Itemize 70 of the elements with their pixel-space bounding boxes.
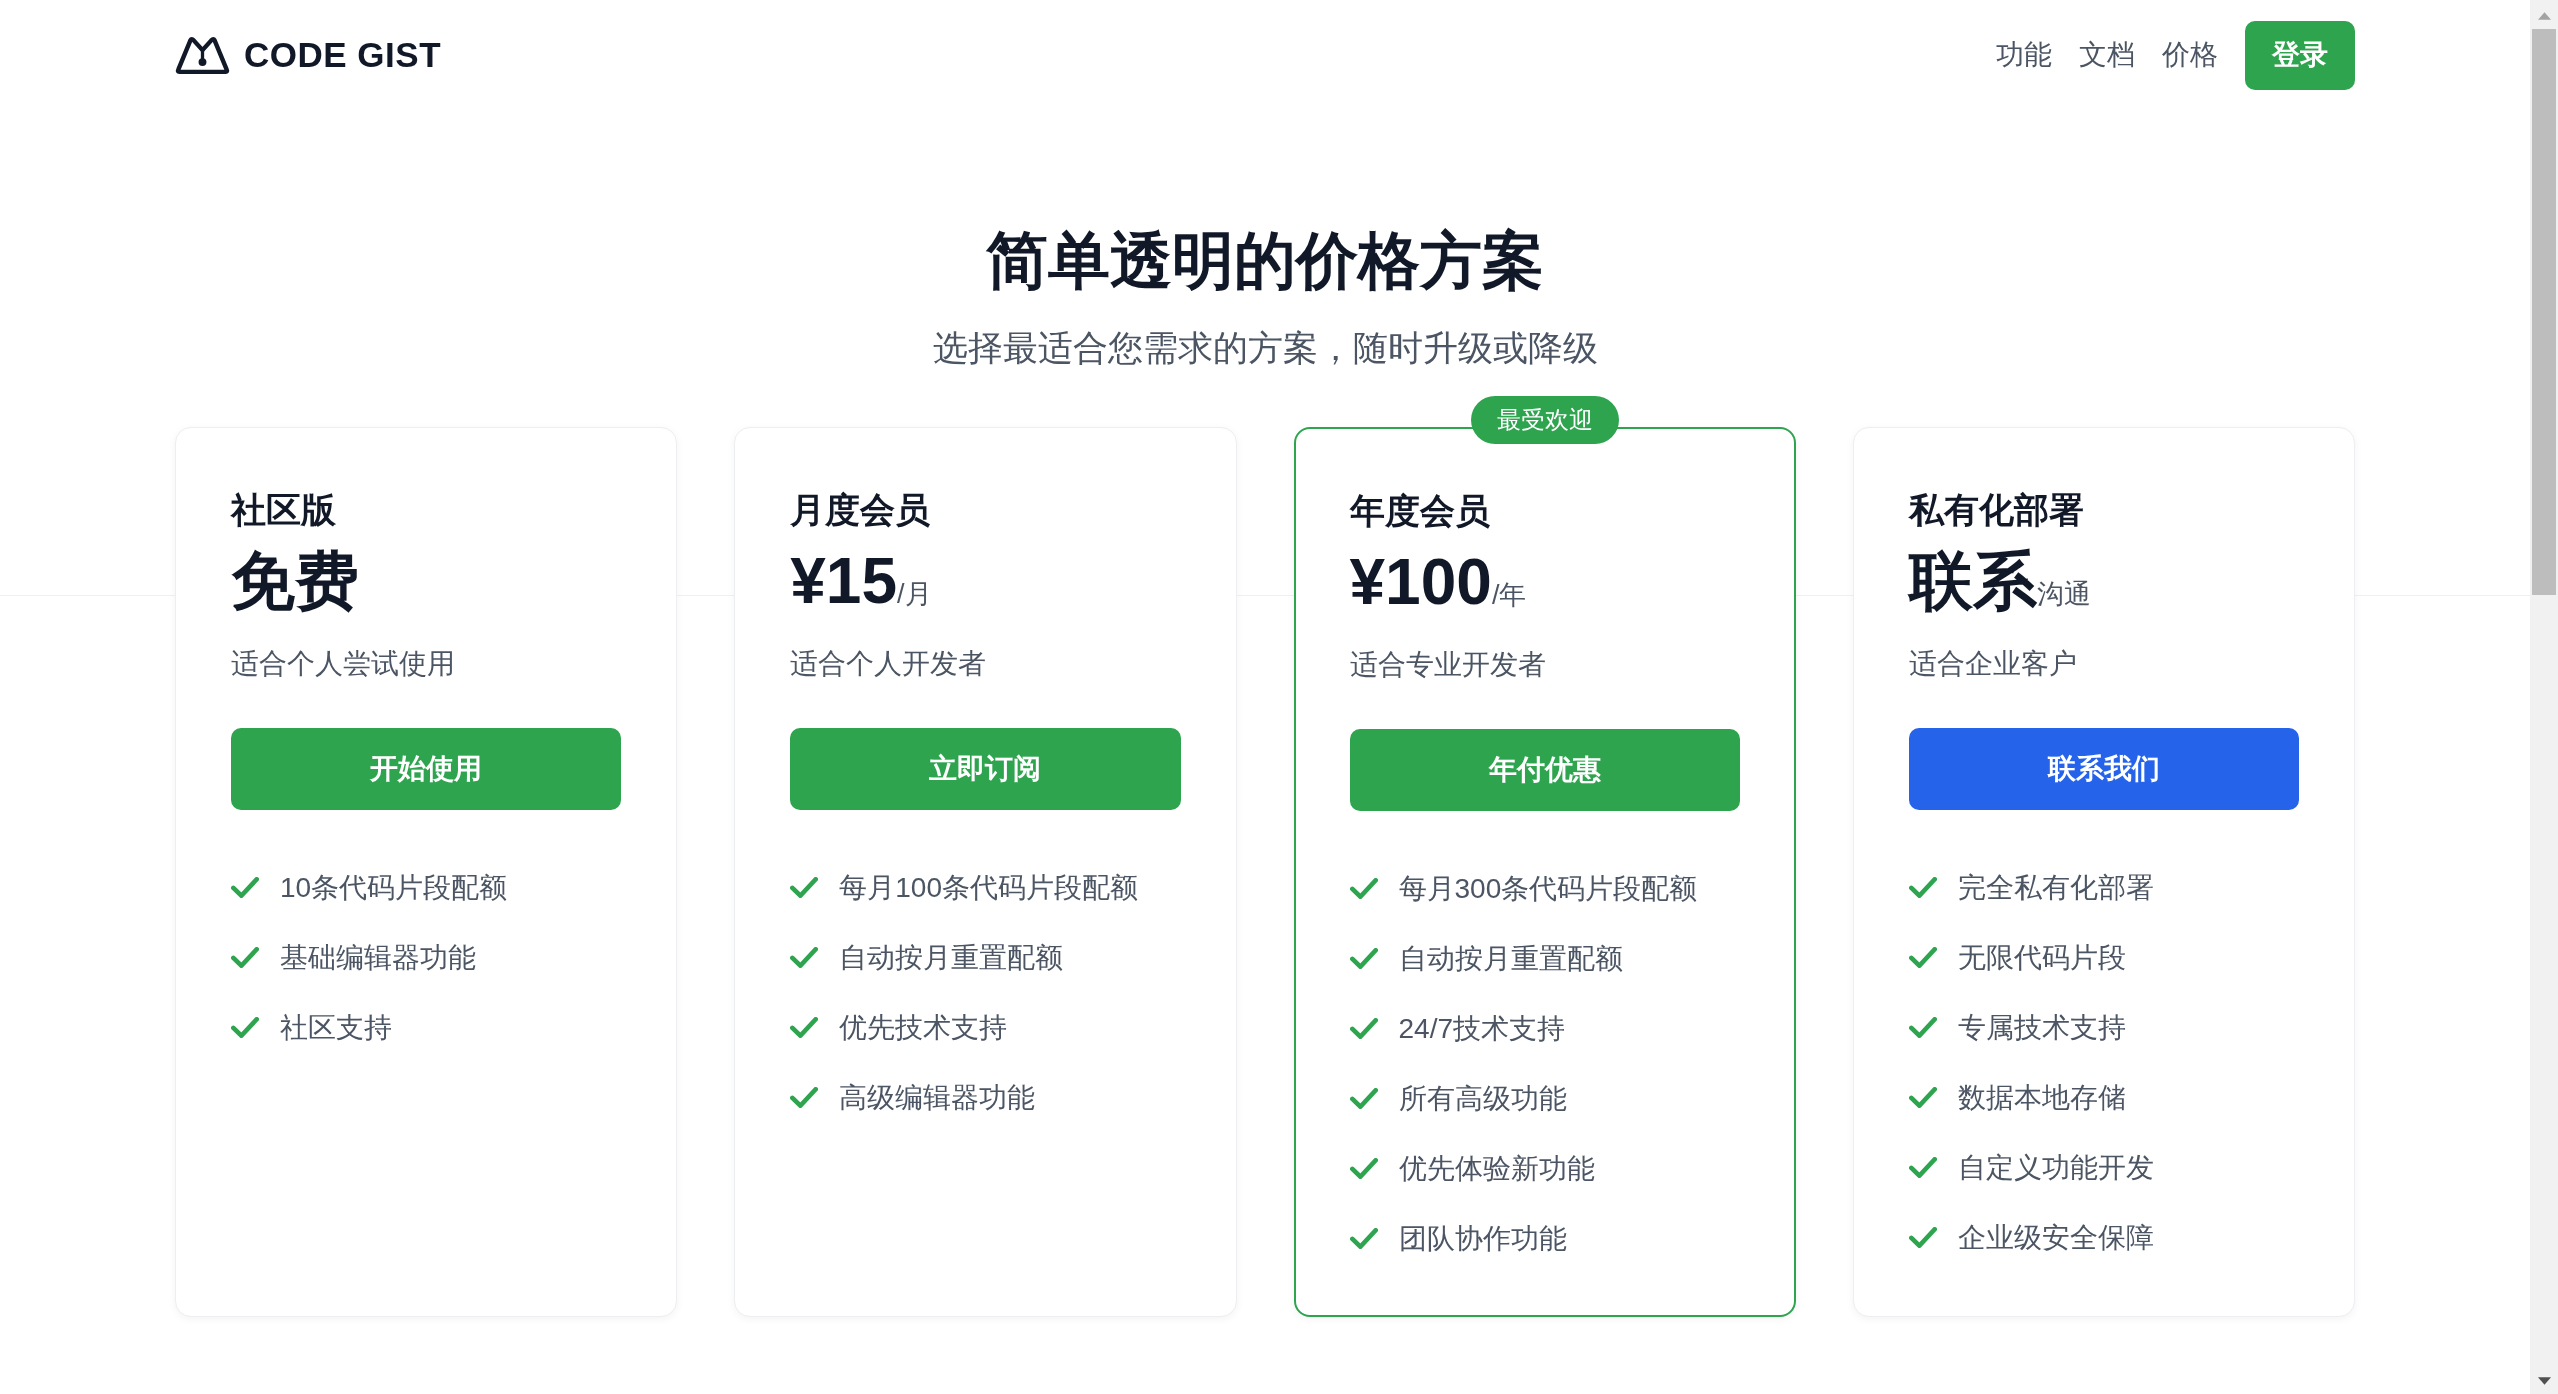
check-icon xyxy=(1908,877,1937,898)
check-icon xyxy=(790,1017,819,1038)
plan-button[interactable]: 联系我们 xyxy=(1908,728,2299,810)
plan-button[interactable]: 立即订阅 xyxy=(790,728,1181,810)
feature-text: 专属技术支持 xyxy=(1957,1011,2126,1045)
check-icon xyxy=(1349,878,1378,899)
plan-button[interactable]: 开始使用 xyxy=(231,728,622,810)
scrollbar[interactable] xyxy=(2530,0,2558,1394)
plan-button[interactable]: 年付优惠 xyxy=(1349,729,1740,811)
scrollbar-thumb[interactable] xyxy=(2532,29,2556,595)
check-icon xyxy=(1908,1087,1937,1108)
plan-name: 年度会员 xyxy=(1349,490,1491,532)
feature-text: 无限代码片段 xyxy=(1957,941,2126,975)
plan-price: ¥100 xyxy=(1349,545,1492,619)
feature-text: 优先技术支持 xyxy=(839,1011,1008,1045)
plan-name: 社区版 xyxy=(231,489,337,531)
plan-description: 适合企业客户 xyxy=(1908,647,2078,681)
feature-text: 每月100条代码片段配额 xyxy=(839,871,1138,905)
plan-description: 适合个人尝试使用 xyxy=(231,647,456,681)
check-icon xyxy=(1908,947,1937,968)
check-icon xyxy=(1349,1158,1378,1179)
feature-text: 基础编辑器功能 xyxy=(280,941,476,975)
check-icon xyxy=(1349,1228,1378,1249)
plan-name: 月度会员 xyxy=(790,489,932,531)
check-icon xyxy=(1349,948,1378,969)
check-icon xyxy=(231,877,259,898)
plan-price: ¥15 xyxy=(790,544,898,618)
feature-text: 社区支持 xyxy=(280,1011,392,1045)
feature-text: 团队协作功能 xyxy=(1398,1222,1567,1256)
plan-price: 免费 xyxy=(231,544,359,618)
check-icon xyxy=(790,877,819,898)
check-icon xyxy=(1908,1227,1937,1248)
feature-text: 每月300条代码片段配额 xyxy=(1398,872,1698,906)
plan-price: 联系 xyxy=(1908,544,2037,618)
nav-link[interactable]: 价格 xyxy=(2162,36,2218,74)
page-title: 简单透明的价格方案 xyxy=(985,225,1545,297)
check-icon xyxy=(790,1087,819,1108)
feature-text: 24/7技术支持 xyxy=(1398,1012,1565,1046)
feature-text: 企业级安全保障 xyxy=(1957,1221,2154,1255)
feature-text: 自动按月重置配额 xyxy=(1398,942,1623,976)
nav-link[interactable]: 功能 xyxy=(1996,36,2052,74)
nav-link[interactable]: 文档 xyxy=(2079,36,2135,74)
plan-description: 适合个人开发者 xyxy=(790,647,988,681)
price-unit: /月 xyxy=(897,579,932,611)
logo-text: CODE GIST xyxy=(244,35,442,75)
check-icon xyxy=(1908,1157,1937,1178)
feature-text: 完全私有化部署 xyxy=(1957,871,2154,905)
feature-text: 10条代码片段配额 xyxy=(280,871,508,905)
feature-text: 数据本地存储 xyxy=(1957,1081,2126,1115)
check-icon xyxy=(1349,1088,1378,1109)
price-unit: /年 xyxy=(1491,580,1527,612)
scroll-down-icon[interactable] xyxy=(2537,1377,2551,1385)
feature-text: 自定义功能开发 xyxy=(1957,1151,2154,1185)
plan-name: 私有化部署 xyxy=(1908,489,2085,531)
login-button[interactable]: 登录 xyxy=(2245,20,2355,90)
check-icon xyxy=(1908,1017,1937,1038)
feature-text: 优先体验新功能 xyxy=(1398,1152,1595,1186)
logo-icon xyxy=(175,36,230,74)
scroll-up-icon[interactable] xyxy=(2537,12,2551,20)
price-unit: 沟通 xyxy=(2036,579,2091,609)
check-icon xyxy=(790,947,819,968)
feature-text: 自动按月重置配额 xyxy=(839,941,1064,975)
feature-text: 高级编辑器功能 xyxy=(839,1081,1036,1115)
check-icon xyxy=(1349,1018,1378,1039)
check-icon xyxy=(231,1017,259,1038)
popular-badge: 最受欢迎 xyxy=(1470,396,1619,444)
feature-text: 所有高级功能 xyxy=(1398,1082,1567,1116)
check-icon xyxy=(231,947,259,968)
plan-description: 适合专业开发者 xyxy=(1349,648,1547,682)
page-subtitle: 选择最适合您需求的方案，随时升级或降级 xyxy=(931,327,1599,369)
